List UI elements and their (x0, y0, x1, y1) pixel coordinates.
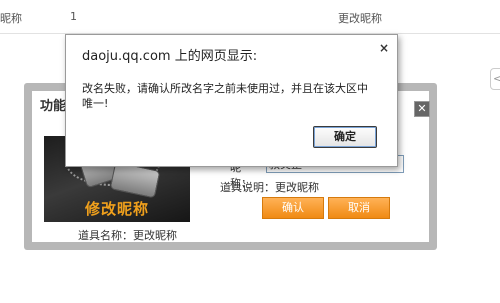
background-cell-count: 1 (70, 10, 77, 23)
confirm-button[interactable]: 确认 (262, 197, 324, 219)
alert-title: daoju.qq.com 上的网页显示: (82, 49, 258, 64)
item-image-caption: 修改昵称 (84, 200, 149, 218)
background-cell-nickname: 昵称 (0, 12, 22, 25)
background-cell-action[interactable]: 更改昵称 (338, 10, 382, 26)
background-table-row: 昵称 1 更改昵称 (0, 0, 500, 34)
item-description: 道具说明：更改昵称 (220, 181, 319, 194)
carousel-arrow-icon[interactable]: < (490, 68, 500, 90)
alert-close-icon[interactable]: × (379, 41, 389, 55)
item-dialog-close-icon[interactable]: ✕ (414, 101, 430, 117)
cancel-button[interactable]: 取消 (328, 197, 390, 219)
item-name-label: 道具名称：更改昵称 (78, 229, 177, 242)
browser-alert-dialog: daoju.qq.com 上的网页显示: × 改名失败，请确认所改名字之前未使用… (65, 34, 398, 167)
alert-message: 改名失败，请确认所改名字之前未使用过，并且在该大区中唯一! (82, 82, 368, 110)
alert-ok-button[interactable]: 确定 (313, 126, 377, 148)
item-dialog-title: 功能 (40, 99, 67, 114)
